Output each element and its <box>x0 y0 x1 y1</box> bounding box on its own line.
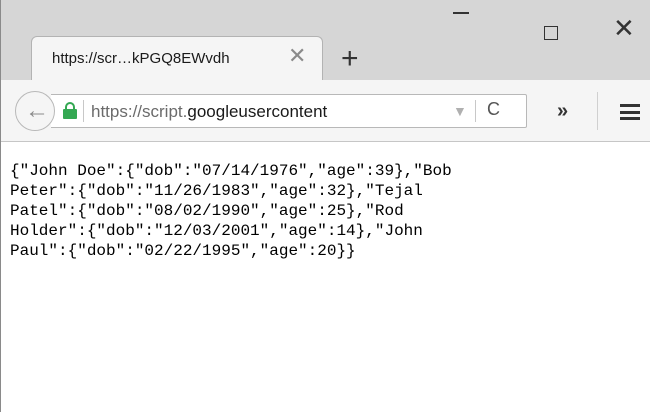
back-button[interactable]: ← <box>15 91 55 131</box>
json-line: Paul":{"dob":"02/22/1995","age":20}} <box>10 242 356 260</box>
active-tab[interactable]: https://scr…kPGQ8EWvdh ✕ <box>31 36 323 80</box>
json-line: Holder":{"dob":"12/03/2001","age":14},"J… <box>10 222 423 240</box>
url-divider <box>475 100 476 122</box>
url-text[interactable]: https://script.googleusercontent <box>91 102 327 122</box>
json-response: {"John Doe":{"dob":"07/14/1976","age":39… <box>10 161 646 261</box>
url-domain: googleusercontent <box>187 102 328 121</box>
plus-icon[interactable]: + <box>341 44 359 74</box>
json-line: Patel":{"dob":"08/02/1990","age":25},"Ro… <box>10 202 404 220</box>
minimize-icon[interactable] <box>453 12 469 14</box>
navigation-toolbar: https://script.googleusercontent ▼ C ← » <box>1 80 650 142</box>
close-icon[interactable]: ✕ <box>288 45 306 67</box>
address-bar[interactable]: https://script.googleusercontent ▼ C <box>51 94 527 128</box>
lock-icon[interactable] <box>63 102 77 119</box>
reload-icon[interactable]: C <box>487 99 500 120</box>
overflow-icon[interactable]: » <box>557 100 568 123</box>
tab-strip: https://scr…kPGQ8EWvdh ✕ + ✕ <box>1 0 650 80</box>
maximize-icon[interactable] <box>544 26 558 40</box>
url-divider <box>83 100 84 122</box>
back-arrow-icon: ← <box>25 97 49 124</box>
json-line: {"John Doe":{"dob":"07/14/1976","age":39… <box>10 162 452 180</box>
tab-title: https://scr…kPGQ8EWvdh <box>52 50 230 67</box>
hamburger-menu-icon[interactable] <box>620 104 640 120</box>
dropdown-icon[interactable]: ▼ <box>453 103 467 119</box>
close-window-icon[interactable]: ✕ <box>613 15 635 41</box>
json-line: Peter":{"dob":"11/26/1983","age":32},"Te… <box>10 182 423 200</box>
url-prefix: https://script. <box>91 102 188 121</box>
browser-window: https://scr…kPGQ8EWvdh ✕ + ✕ https://scr… <box>0 0 650 412</box>
toolbar-divider <box>597 92 598 130</box>
page-content: {"John Doe":{"dob":"07/14/1976","age":39… <box>1 143 650 412</box>
